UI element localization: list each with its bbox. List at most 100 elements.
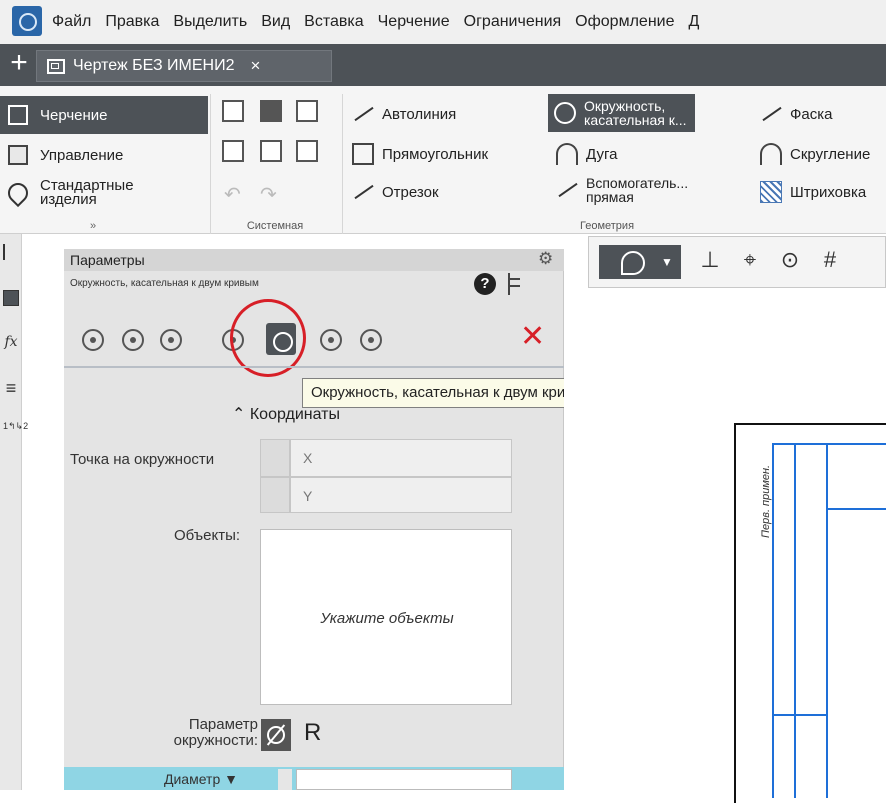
circle-two-points-mode-icon[interactable] (360, 329, 382, 351)
x-coordinate-row: X (260, 439, 512, 477)
hatch-icon (760, 181, 782, 203)
ribbon-separator (342, 94, 343, 234)
formula-icon[interactable]: fx (3, 334, 19, 350)
layers-icon[interactable]: ≡ (3, 379, 19, 397)
ribbon-category-drawing[interactable]: Черчение (0, 96, 208, 134)
tab-bar: + Чертеж БЕЗ ИМЕНИ2 × (0, 44, 886, 86)
chamfer-icon (760, 103, 782, 125)
help-icon[interactable]: ? (474, 273, 496, 295)
circle-center-point-mode-icon[interactable] (160, 329, 182, 351)
aux-line-label-line2: прямая (586, 189, 634, 205)
rectangle-button[interactable]: Прямоугольник (352, 136, 488, 172)
menu-edit[interactable]: Правка (105, 13, 159, 31)
arc-button[interactable]: Дуга (556, 136, 617, 172)
menu-view[interactable]: Вид (261, 13, 290, 31)
circle-three-points-mode-icon[interactable] (122, 329, 144, 351)
save-all-icon[interactable] (296, 140, 318, 162)
fillet-icon (760, 143, 782, 165)
circle-tangent-three-curves-mode-icon[interactable] (320, 329, 342, 351)
numbering-icon[interactable]: 1↰↳2 (3, 418, 28, 434)
redo-icon[interactable]: ↷ (260, 182, 277, 207)
standard-parts-icon (3, 178, 33, 208)
menu-file[interactable]: Файл (52, 13, 91, 31)
chevron-down-icon: ▼ (661, 255, 673, 269)
y-coordinate-input[interactable]: Y (290, 477, 512, 513)
chamfer-label: Фаска (790, 105, 833, 123)
x-coordinate-input[interactable]: X (290, 439, 512, 477)
expand-categories-button[interactable]: » (90, 220, 96, 232)
menu-drawing[interactable]: Черчение (378, 13, 450, 31)
drawing-doc-icon (47, 58, 65, 74)
menu-design[interactable]: Оформление (575, 13, 674, 31)
diameter-dropdown[interactable]: Диаметр ▼ (164, 771, 238, 787)
parameters-panel: Параметры ⚙ Окружность, касательная к дв… (64, 249, 564, 790)
drawing-frame (734, 423, 886, 803)
autoline-button[interactable]: Автолиния (352, 96, 456, 132)
fillet-button[interactable]: Скругление (760, 136, 870, 172)
segment-button[interactable]: Отрезок (352, 174, 439, 210)
command-title: Окружность, касательная к двум кривым (70, 278, 259, 289)
frame-line (794, 443, 796, 798)
point-on-circle-label: Точка на окружности (70, 451, 215, 468)
open-folder-icon[interactable] (260, 100, 282, 122)
diameter-input[interactable] (296, 769, 512, 790)
ribbon-category-standard-parts[interactable]: Стандартные изделия (0, 174, 208, 212)
coords-header-label: Координаты (249, 406, 340, 423)
menu-more[interactable]: Д (688, 13, 699, 31)
geometry-group-label: Геометрия (580, 220, 635, 232)
ribbon-separator (210, 94, 211, 234)
circle-tangent-icon (554, 102, 576, 124)
perpendicular-icon[interactable]: ⊥ (697, 245, 723, 275)
gear-icon[interactable]: ⚙ (538, 249, 553, 269)
frame-line (772, 714, 828, 716)
new-file-icon[interactable] (222, 100, 244, 122)
y-coordinate-row: Y (260, 477, 512, 513)
parameters-icon[interactable] (3, 290, 19, 306)
diameter-icon[interactable] (261, 719, 291, 751)
menu-select[interactable]: Выделить (173, 13, 247, 31)
circle-center-mode-icon[interactable] (82, 329, 104, 351)
diameter-row: Диаметр ▼ (64, 767, 564, 790)
aux-line-button[interactable]: Вспомогатель... прямая (556, 172, 688, 208)
aux-line-label: Вспомогатель... прямая (586, 176, 688, 204)
undo-icon[interactable]: ↶ (224, 182, 241, 207)
frame-line (826, 508, 886, 510)
ribbon-category-management[interactable]: Управление (0, 136, 208, 174)
objects-list[interactable]: Укажите объекты (260, 529, 512, 705)
menu-constraints[interactable]: Ограничения (464, 13, 562, 31)
segment-icon (352, 181, 374, 203)
chamfer-button[interactable]: Фаска (760, 96, 832, 132)
local-coords-icon[interactable]: ⌖ (737, 245, 763, 275)
ribbon: Черчение Управление Стандартные изделия … (0, 86, 886, 234)
save-icon[interactable] (296, 100, 318, 122)
grid-icon[interactable]: # (817, 245, 843, 275)
fillet-label: Скругление (790, 145, 871, 163)
frame-line (826, 443, 828, 798)
menu-insert[interactable]: Вставка (304, 13, 363, 31)
menu-items: Файл Правка Выделить Вид Вставка Черчени… (52, 0, 713, 44)
tab-document[interactable]: Чертеж БЕЗ ИМЕНИ2 × (36, 50, 332, 82)
tree-icon[interactable] (3, 244, 19, 260)
hatch-button[interactable]: Штриховка (760, 174, 866, 210)
drawing-toolbar: ▼ ⊥ ⌖ ⊙ # (588, 236, 886, 288)
ribbon-category-label: Черчение (40, 106, 108, 124)
drawing-canvas[interactable]: Перв. примен. (564, 288, 886, 803)
tree-view-icon[interactable] (508, 273, 524, 295)
new-tab-button[interactable]: + (6, 46, 32, 82)
circle-tangent-label: Окружность, касательная к... (584, 99, 687, 127)
objects-label: Объекты: (174, 527, 241, 544)
y-coordinate-cell (260, 477, 290, 513)
ribbon-category-label: Управление (40, 146, 124, 164)
print-preview-icon[interactable] (260, 140, 282, 162)
circle-tangent-button[interactable]: Окружность, касательная к... (548, 94, 695, 132)
cancel-icon[interactable]: ✕ (520, 317, 545, 357)
close-tab-button[interactable]: × (251, 56, 261, 76)
app-logo-icon[interactable] (12, 6, 42, 36)
radius-button[interactable]: R (304, 719, 321, 747)
parameters-panel-header: Параметры ⚙ (64, 249, 564, 271)
cursor-point-icon[interactable]: ⊙ (777, 245, 803, 275)
rectangle-icon (352, 143, 374, 165)
snap-button[interactable]: ▼ (599, 245, 681, 279)
frame-line (772, 443, 774, 798)
print-icon[interactable] (222, 140, 244, 162)
